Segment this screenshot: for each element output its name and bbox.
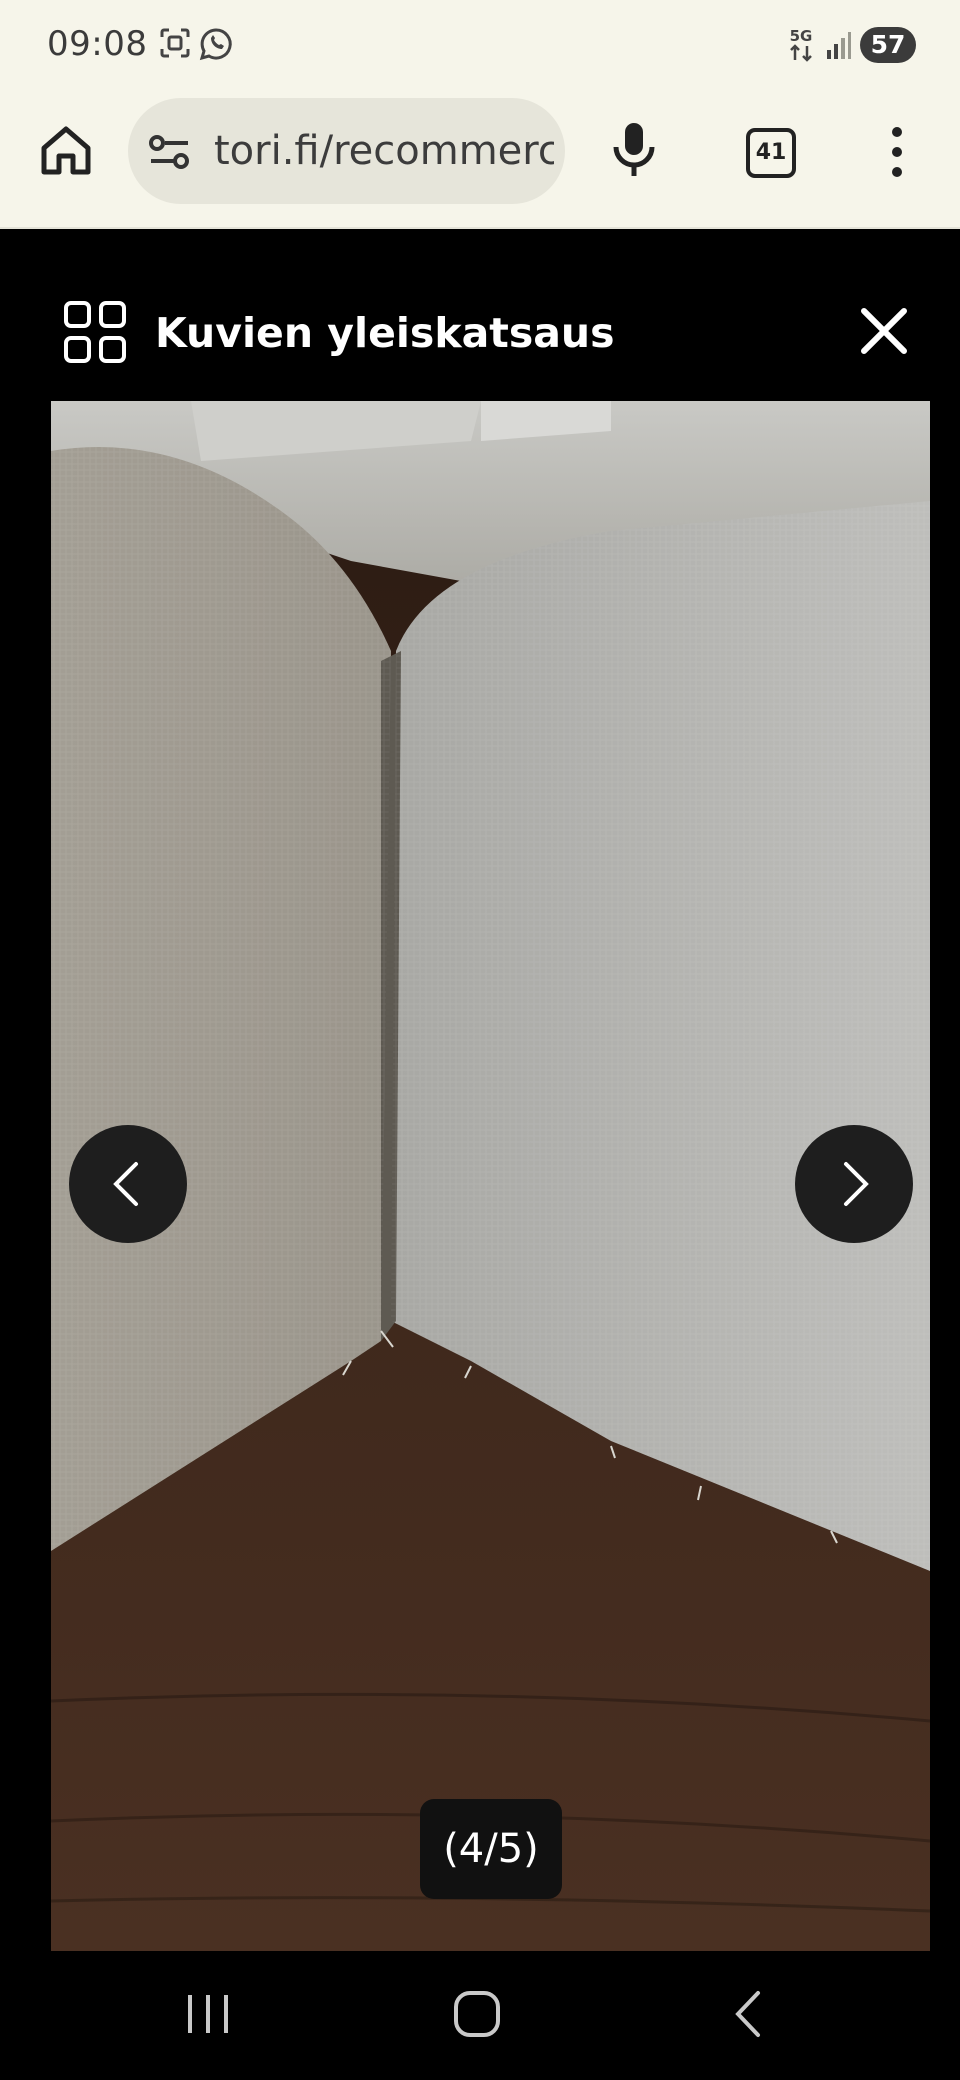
status-time: 09:08 <box>47 24 148 64</box>
chevron-right-icon <box>844 1162 869 1206</box>
viewer-title: Kuvien yleiskatsaus <box>155 309 615 357</box>
back-icon <box>735 1991 760 2037</box>
tabs-icon[interactable]: 41 <box>746 128 796 178</box>
image-counter: (4/5) <box>420 1799 562 1899</box>
previous-image-button[interactable] <box>69 1125 187 1243</box>
recents-button[interactable] <box>185 1989 231 2044</box>
system-home-button[interactable] <box>452 1989 502 2044</box>
screenshot-icon <box>158 26 192 65</box>
recents-icon <box>188 1995 228 2033</box>
home-icon <box>41 126 91 175</box>
whatsapp-icon <box>198 26 234 67</box>
image-viewer: Kuvien yleiskatsaus (4/5) <box>0 229 960 1951</box>
next-image-button[interactable] <box>795 1125 913 1243</box>
grid-icon <box>64 301 126 363</box>
close-button[interactable] <box>858 305 910 357</box>
battery-icon: 57 <box>860 27 916 63</box>
network-5g-icon: 5G <box>784 26 818 69</box>
close-icon <box>861 308 907 354</box>
overview-button[interactable] <box>62 299 128 365</box>
browser-toolbar: tori.fi/recommerc 41 <box>0 90 960 229</box>
url-text[interactable]: tori.fi/recommerc <box>214 128 554 174</box>
home-circle-icon <box>454 1991 500 2037</box>
site-settings-icon[interactable] <box>148 132 192 177</box>
mic-button[interactable] <box>606 120 662 185</box>
system-navigation-bar <box>0 1951 960 2080</box>
signal-icon <box>826 30 852 65</box>
svg-text:5G: 5G <box>790 27 813 45</box>
mic-icon <box>613 123 655 176</box>
chevron-left-icon <box>113 1162 138 1206</box>
url-bar[interactable]: tori.fi/recommerc <box>128 98 565 204</box>
more-menu-icon[interactable] <box>880 122 914 187</box>
home-button[interactable] <box>36 120 96 180</box>
status-bar: 09:08 5G 57 <box>0 0 960 90</box>
system-back-button[interactable] <box>728 1989 768 2044</box>
